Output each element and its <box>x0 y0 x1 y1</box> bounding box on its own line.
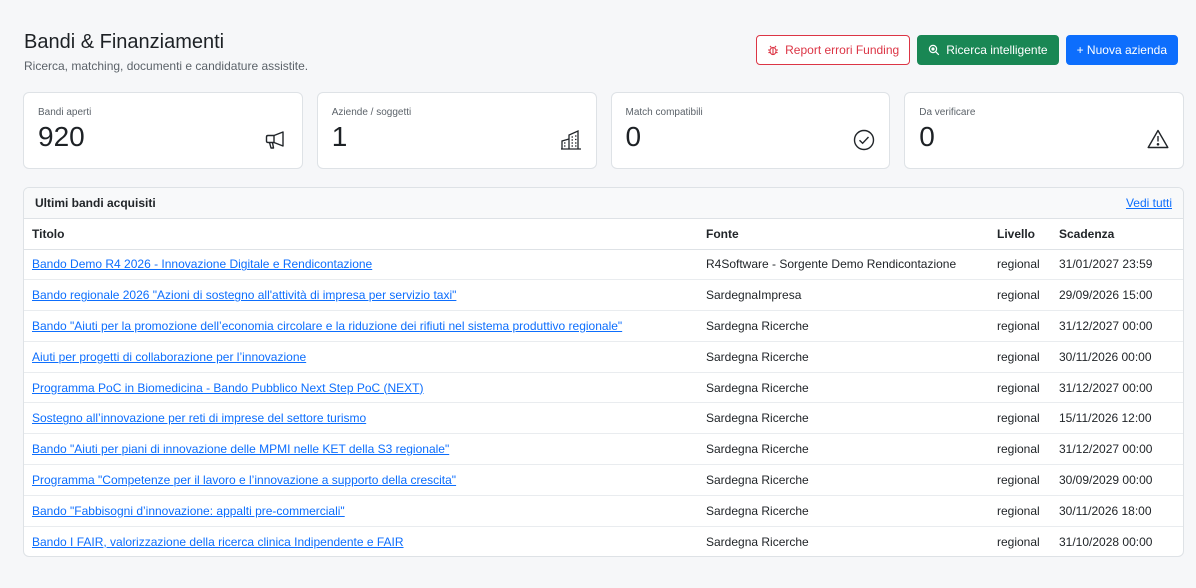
cell-source: Sardegna Ricerche <box>706 534 809 549</box>
cell-title: Programma PoC in Biomedicina - Bando Pub… <box>24 372 698 404</box>
table-row: Aiuti per progetti di collaborazione per… <box>24 341 1183 373</box>
call-link[interactable]: Bando "Aiuti per piani di innovazione de… <box>32 442 449 456</box>
cell-title: Bando "Fabbisogni d’innovazione: appalti… <box>24 495 698 527</box>
report-errors-label: Report errori Funding <box>785 43 900 57</box>
smart-search-button[interactable]: Ricerca intelligente <box>917 35 1059 65</box>
stat-label: Aziende / soggetti <box>331 107 412 118</box>
cell-level: regional <box>997 534 1040 549</box>
table-row: Bando regionale 2026 "Azioni di sostegno… <box>24 279 1183 312</box>
call-link[interactable]: Bando "Fabbisogni d’innovazione: appalti… <box>32 504 345 518</box>
page-header: Bandi & Finanziamenti Ricerca, matching,… <box>24 30 308 73</box>
stat-value: 1 <box>331 121 348 152</box>
call-link[interactable]: Programma "Competenze per il lavoro e l’… <box>32 473 456 487</box>
cell-source: Sardegna Ricerche <box>698 464 989 496</box>
stat-card-open-calls: Bandi aperti 920 <box>23 92 303 169</box>
cell-source: Sardegna Ricerche <box>698 495 989 527</box>
stats-row: Bandi aperti 920 Aziende / soggetti 1 Ma… <box>23 92 1184 169</box>
cell-title: Sostegno all’innovazione per reti di imp… <box>24 402 698 435</box>
table-row: Bando "Aiuti per la promozione dell’econ… <box>24 310 1183 342</box>
table-header-row: Titolo Fonte Livello Scadenza <box>24 219 1183 250</box>
column-header-source: Fonte <box>698 219 989 250</box>
stat-value: 0 <box>919 121 935 152</box>
report-errors-button[interactable]: Report errori Funding <box>756 35 911 65</box>
stat-card-to-verify: Da verificare 0 <box>904 92 1184 169</box>
warning-triangle-icon <box>1147 129 1169 154</box>
cell-source: Sardegna Ricerche <box>698 433 989 466</box>
cell-deadline: 31/01/2027 23:59 <box>1051 249 1183 281</box>
cell-source: SardegnaImpresa <box>698 279 989 312</box>
cell-level: regional <box>989 372 1051 404</box>
cell-deadline: 31/10/2028 00:00 <box>1059 534 1153 549</box>
stat-card-companies: Aziende / soggetti 1 <box>316 92 597 169</box>
cell-source: Sardegna Ricerche <box>698 341 989 373</box>
call-link[interactable]: Bando regionale 2026 "Azioni di sostegno… <box>32 288 456 302</box>
cell-deadline: 29/09/2026 15:00 <box>1051 279 1183 312</box>
cell-title: Bando I FAIR, valorizzazione della ricer… <box>24 526 698 556</box>
cell-source: Sardegna Ricerche <box>698 402 989 435</box>
cell-deadline: 30/11/2026 18:00 <box>1051 495 1183 527</box>
call-link[interactable]: Programma PoC in Biomedicina - Bando Pub… <box>32 381 424 395</box>
buildings-icon <box>560 129 582 156</box>
cell-level: regional <box>989 310 1051 342</box>
new-company-button[interactable]: + Nuova azienda <box>1065 35 1178 65</box>
table-row: Bando I FAIR, valorizzazione della ricer… <box>24 526 1183 556</box>
cell-level: regional <box>989 433 1051 466</box>
column-header-deadline: Scadenza <box>1051 219 1183 250</box>
table-row: Bando Demo R4 2026 - Innovazione Digital… <box>24 249 1183 281</box>
call-link[interactable]: Aiuti per progetti di collaborazione per… <box>32 350 306 364</box>
cell-title: Programma "Competenze per il lavoro e l’… <box>24 464 698 496</box>
page-subtitle: Ricerca, matching, documenti e candidatu… <box>24 59 309 73</box>
bug-icon <box>767 44 779 56</box>
cell-source: Sardegna Ricerche <box>698 310 989 342</box>
cell-source: Sardegna Ricerche <box>698 372 989 404</box>
call-link[interactable]: Sostegno all’innovazione per reti di imp… <box>32 411 366 425</box>
cell-deadline: 15/11/2026 12:00 <box>1051 402 1183 435</box>
column-header-level: Livello <box>989 219 1051 250</box>
megaphone-icon <box>264 129 288 156</box>
latest-calls-card: Ultimi bandi acquisiti Vedi tutti Titolo… <box>23 187 1184 557</box>
cell-deadline: 30/11/2026 00:00 <box>1051 341 1183 373</box>
header-actions: Report errori Funding Ricerca intelligen… <box>756 35 1178 65</box>
column-header-title: Titolo <box>24 219 698 250</box>
new-company-label: + Nuova azienda <box>1076 43 1167 57</box>
cell-title: Bando "Aiuti per piani di innovazione de… <box>24 433 698 466</box>
smart-search-label: Ricerca intelligente <box>946 43 1048 57</box>
page-title: Bandi & Finanziamenti <box>24 31 225 53</box>
cell-level: regional <box>989 279 1051 312</box>
stat-label: Match compatibili <box>625 107 703 118</box>
card-title: Ultimi bandi acquisiti <box>35 196 156 210</box>
calls-table: Titolo Fonte Livello Scadenza Bando Demo… <box>24 219 1183 556</box>
call-link[interactable]: Bando "Aiuti per la promozione dell’econ… <box>32 319 622 333</box>
call-link[interactable]: Bando I FAIR, valorizzazione della ricer… <box>32 535 404 549</box>
view-all-link[interactable]: Vedi tutti <box>1126 196 1172 210</box>
check-circle-icon <box>853 129 875 156</box>
stat-value: 920 <box>38 121 85 152</box>
table-row: Programma PoC in Biomedicina - Bando Pub… <box>24 372 1183 404</box>
cell-deadline: 31/12/2027 00:00 <box>1051 433 1183 466</box>
cell-level: regional <box>989 464 1051 496</box>
cell-title: Bando Demo R4 2026 - Innovazione Digital… <box>24 249 698 281</box>
cell-deadline: 31/12/2027 00:00 <box>1051 372 1183 404</box>
stat-label: Bandi aperti <box>38 107 92 118</box>
search-icon <box>928 44 940 56</box>
table-row: Programma "Competenze per il lavoro e l’… <box>24 464 1183 496</box>
cell-deadline: 30/09/2029 00:00 <box>1051 464 1183 496</box>
cell-source: R4Software - Sorgente Demo Rendicontazio… <box>698 249 989 281</box>
table-row: Sostegno all’innovazione per reti di imp… <box>24 402 1183 435</box>
cell-level: regional <box>989 249 1051 281</box>
table-row: Bando "Aiuti per piani di innovazione de… <box>24 433 1183 466</box>
card-header: Ultimi bandi acquisiti Vedi tutti <box>24 188 1183 219</box>
cell-level: regional <box>989 341 1051 373</box>
cell-deadline: 31/12/2027 00:00 <box>1051 310 1183 342</box>
call-link[interactable]: Bando Demo R4 2026 - Innovazione Digital… <box>32 257 372 271</box>
table-row: Bando "Fabbisogni d’innovazione: appalti… <box>24 495 1183 527</box>
cell-level: regional <box>989 495 1051 527</box>
cell-title: Aiuti per progetti di collaborazione per… <box>24 341 698 373</box>
stat-value: 0 <box>625 121 642 152</box>
cell-title: Bando regionale 2026 "Azioni di sostegno… <box>24 279 698 312</box>
stat-label: Da verificare <box>919 107 976 118</box>
cell-title: Bando "Aiuti per la promozione dell’econ… <box>24 310 698 342</box>
cell-level: regional <box>989 402 1051 435</box>
stat-card-matches: Match compatibili 0 <box>610 92 891 169</box>
